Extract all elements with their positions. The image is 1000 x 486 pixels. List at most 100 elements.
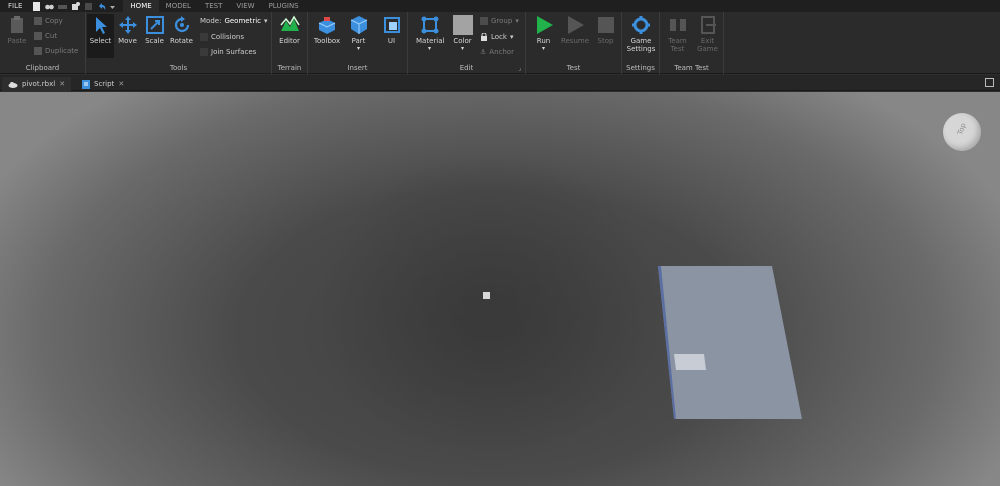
tab-home[interactable]: HOME: [123, 0, 159, 12]
3d-viewport[interactable]: Top: [0, 92, 1000, 486]
group-button[interactable]: Group ▾: [480, 17, 519, 25]
copy-label: Copy: [45, 17, 63, 25]
run-label: Run: [536, 37, 551, 45]
plugin-icon[interactable]: [71, 1, 81, 11]
part-cube-icon: [350, 16, 367, 34]
toolbox-label: Toolbox: [313, 37, 341, 45]
toolbox-icon: [318, 17, 336, 34]
part-button[interactable]: Part ▾: [345, 14, 372, 52]
collisions-toggle[interactable]: Collisions: [200, 33, 244, 41]
ui-label: UI: [387, 37, 396, 45]
file-menu[interactable]: FILE: [0, 2, 32, 10]
color-button[interactable]: Color ▾: [449, 14, 476, 52]
join-surfaces-toggle[interactable]: Join Surfaces: [200, 48, 256, 56]
terrain-group-label: Terrain: [277, 64, 302, 72]
script-icon: [82, 79, 90, 89]
tab-view[interactable]: VIEW: [229, 0, 261, 12]
edit-group: Material ▾ Color ▾ Group ▾ Lock ▾ ⚓ Anchor …: [408, 12, 526, 74]
collisions-label: Collisions: [211, 33, 244, 41]
menu-bar: FILE HOME MODEL TEST VIEW PLUGINS: [0, 0, 1000, 12]
tab-pivot-rbxl[interactable]: pivot.rbxl ✕: [2, 77, 72, 91]
ui-frame-icon: [383, 17, 400, 33]
tab-pivot-rbxl-label: pivot.rbxl: [22, 80, 56, 88]
lock-button[interactable]: Lock ▾: [480, 32, 513, 41]
game-settings-label-2: Settings: [626, 45, 656, 53]
close-icon[interactable]: ✕: [59, 80, 65, 88]
rotate-button[interactable]: Rotate: [168, 14, 195, 45]
test-group-label: Test: [566, 64, 581, 72]
small-block-part[interactable]: [674, 354, 706, 370]
exit-game-button[interactable]: Exit Game: [694, 14, 721, 53]
paste-button[interactable]: Paste: [4, 14, 30, 45]
run-button[interactable]: Run ▾: [530, 14, 557, 52]
view-cube-label: Top: [956, 122, 968, 136]
rotate-label: Rotate: [170, 37, 193, 45]
clipboard-icon: [11, 16, 23, 33]
move-button[interactable]: Move: [114, 14, 141, 45]
terrain-editor-button[interactable]: Editor: [276, 14, 303, 45]
anchor-button[interactable]: ⚓ Anchor: [480, 48, 514, 56]
scale-button[interactable]: Scale: [141, 14, 168, 45]
chevron-down-icon: ▾: [427, 45, 431, 52]
expand-corner-icon[interactable]: ⌟: [518, 65, 521, 72]
clipboard-group-label: Clipboard: [25, 64, 60, 72]
group-icon: [480, 17, 488, 25]
play-icon: [536, 16, 553, 34]
mode-label: Mode:: [200, 17, 222, 25]
view-cube[interactable]: Top: [943, 113, 981, 151]
stop-icon: [597, 17, 614, 33]
copy-icon: [34, 17, 42, 25]
cloud-icon: [8, 81, 18, 88]
chevron-down-icon: ▾: [541, 45, 545, 52]
publish-icon[interactable]: [58, 2, 68, 11]
binoculars-icon[interactable]: [45, 2, 55, 11]
terrain-mountain-icon: [279, 15, 300, 31]
select-button[interactable]: Select: [87, 14, 114, 45]
baseplate-part[interactable]: [656, 266, 802, 419]
tab-script[interactable]: Script ✕: [76, 77, 130, 91]
duplicate-button[interactable]: Duplicate: [34, 47, 78, 55]
chevron-down-icon: ▾: [460, 45, 464, 52]
new-file-icon[interactable]: [32, 1, 41, 11]
material-label: Material: [416, 37, 445, 45]
toolbox-button[interactable]: Toolbox: [312, 14, 342, 45]
team-test-label-1: Team: [668, 37, 687, 45]
collisions-icon: [200, 33, 208, 41]
clipboard-group: Paste Copy Cut Duplicate Clipboard: [0, 12, 86, 74]
cut-button[interactable]: Cut: [34, 32, 57, 40]
ribbon: Paste Copy Cut Duplicate Clipboard Tools…: [0, 12, 1000, 74]
game-settings-button[interactable]: Game Settings: [626, 14, 656, 53]
pivot-point-marker[interactable]: [483, 292, 490, 299]
material-button[interactable]: Material ▾: [416, 14, 445, 52]
tab-test[interactable]: TEST: [198, 0, 229, 12]
resume-button[interactable]: Resume: [560, 14, 590, 45]
duplicate-label: Duplicate: [45, 47, 79, 55]
ui-button[interactable]: UI: [378, 14, 405, 45]
undo-icon[interactable]: [97, 2, 106, 11]
anchor-label: Anchor: [489, 48, 514, 56]
tab-plugins[interactable]: PLUGINS: [262, 0, 306, 12]
editor-label: Editor: [279, 37, 300, 45]
chevron-down-icon: ▾: [356, 45, 360, 52]
stop-square-icon[interactable]: [84, 2, 93, 11]
tools-group-label: Tools: [169, 64, 188, 72]
scale-label: Scale: [145, 37, 164, 45]
part-label: Part: [351, 37, 366, 45]
lock-label: Lock: [491, 33, 507, 41]
team-test-button[interactable]: Team Test: [664, 14, 691, 53]
tab-model[interactable]: MODEL: [159, 0, 198, 12]
close-icon[interactable]: ✕: [118, 80, 124, 88]
stop-button[interactable]: Stop: [592, 14, 619, 45]
move-arrows-icon: [118, 16, 137, 34]
mode-dropdown[interactable]: Mode: Geometric ▾: [200, 17, 268, 25]
terrain-group: Editor Terrain: [272, 12, 308, 74]
chevron-down-icon[interactable]: [110, 2, 116, 11]
test-group: Run ▾ Resume Stop Test: [526, 12, 622, 74]
material-icon: [421, 16, 438, 34]
scale-icon: [145, 16, 164, 34]
maximize-icon[interactable]: [985, 78, 994, 87]
copy-button[interactable]: Copy: [34, 17, 63, 25]
edit-group-label: Edit: [459, 64, 474, 72]
chevron-down-icon: ▾: [264, 17, 268, 25]
team-test-group-label: Team Test: [674, 64, 709, 72]
